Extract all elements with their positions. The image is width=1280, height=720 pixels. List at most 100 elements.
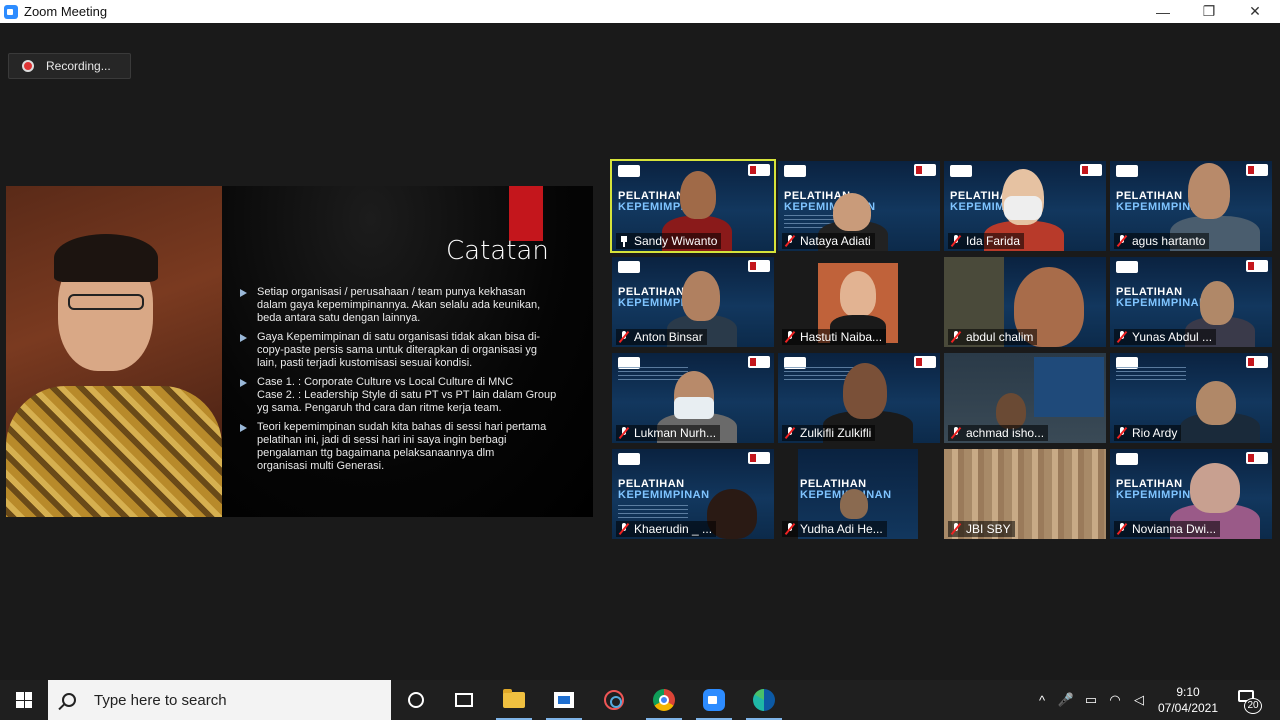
window-title: Zoom Meeting: [24, 4, 108, 19]
muted-mic-icon: [951, 235, 961, 247]
search-placeholder: Type here to search: [94, 691, 227, 709]
chevron-up-icon: ^: [1038, 692, 1046, 708]
muted-mic-icon: [1117, 235, 1127, 247]
microphone-tray-icon[interactable]: 🎤: [1056, 680, 1076, 720]
participant-name: Lukman Nurh...: [634, 426, 717, 440]
muted-mic-icon: [619, 427, 629, 439]
chrome-icon: [653, 689, 675, 711]
maximize-button[interactable]: ❐: [1186, 0, 1232, 23]
participant-name: Anton Binsar: [634, 330, 703, 344]
muted-mic-icon: [785, 523, 795, 535]
presenter-photo: [6, 186, 222, 517]
muted-mic-icon: [951, 523, 961, 535]
minimize-button[interactable]: —: [1140, 0, 1186, 23]
record-icon: [22, 60, 34, 72]
volume-tray-icon[interactable]: ◁: [1128, 680, 1150, 720]
notification-count: 20: [1244, 698, 1262, 714]
presentation-slide: Catatan Setiap organisasi / perusahaan /…: [222, 186, 593, 517]
slide-accent-bar: [509, 186, 543, 241]
show-hidden-icons-button[interactable]: ^: [1032, 680, 1052, 720]
participant-name: Sandy Wiwanto: [634, 234, 718, 248]
snipping-tool-icon: [604, 690, 624, 710]
muted-mic-icon: [1117, 427, 1127, 439]
action-center-button[interactable]: 20: [1232, 688, 1262, 714]
zoom-icon: [703, 689, 725, 711]
slide-bullet: Setiap organisasi / perusahaan / team pu…: [240, 286, 580, 325]
shared-screen[interactable]: Catatan Setiap organisasi / perusahaan /…: [6, 186, 593, 517]
start-button[interactable]: [0, 680, 48, 720]
muted-mic-icon: [785, 331, 795, 343]
taskbar-search-box[interactable]: Type here to search: [48, 680, 391, 720]
cortana-icon: [408, 692, 424, 708]
task-view-button[interactable]: [440, 680, 488, 720]
slide-heading: Catatan: [446, 236, 549, 266]
participant-tile[interactable]: PELATIHANKEPEMIMPINAN Yudha Adi He...: [778, 449, 940, 539]
participant-name: Hastuti Naiba...: [800, 330, 883, 344]
close-button[interactable]: ✕: [1232, 0, 1278, 23]
participant-name: JBI SBY: [966, 522, 1011, 536]
slide-bullet: Case 1. : Corporate Culture vs Local Cul…: [240, 376, 580, 415]
muted-mic-icon: [785, 427, 795, 439]
cortana-button[interactable]: [392, 680, 440, 720]
participant-name: Yudha Adi He...: [800, 522, 883, 536]
participant-name: agus hartanto: [1132, 234, 1206, 248]
muted-mic-icon: [1117, 331, 1127, 343]
participant-tile[interactable]: PELATIHAN KEPEMIMPINAN Ida Farida: [944, 161, 1106, 251]
muted-mic-icon: [619, 523, 629, 535]
participant-name: Khaerudin _ ...: [634, 522, 713, 536]
edge-button[interactable]: [740, 680, 788, 720]
participant-tile[interactable]: PELATIHAN KEPEMIMPINAN Yunas Abdul ...: [1110, 257, 1272, 347]
battery-tray-icon[interactable]: ▭: [1080, 680, 1102, 720]
participant-name: Nataya Adiati: [800, 234, 871, 248]
participant-tile[interactable]: PELATIHAN KEPEMIMPINAN agus hartanto: [1110, 161, 1272, 251]
participant-tile[interactable]: Lukman Nurh...: [612, 353, 774, 443]
windows-taskbar: Type here to search ^ 🎤 ▭ ◠ ◁ 9:10 07/04…: [0, 680, 1280, 720]
file-explorer-button[interactable]: [490, 680, 538, 720]
store-button[interactable]: [540, 680, 588, 720]
participant-tile[interactable]: Rio Ardy: [1110, 353, 1272, 443]
participant-tile[interactable]: PELATIHAN KEPEMIMPINAN Anton Binsar: [612, 257, 774, 347]
folder-icon: [503, 689, 525, 708]
muted-mic-icon: [951, 427, 961, 439]
muted-mic-icon: [1117, 523, 1127, 535]
participant-tile[interactable]: JBI SBY: [944, 449, 1106, 539]
slide-bullet: Teori kepemimpinan sudah kita bahas di s…: [240, 421, 580, 473]
participant-name: Rio Ardy: [1132, 426, 1178, 440]
participant-name: Zulkifli Zulkifli: [800, 426, 872, 440]
participant-name: achmad isho...: [966, 426, 1045, 440]
task-view-icon: [455, 693, 473, 707]
wifi-tray-icon[interactable]: ◠: [1104, 680, 1126, 720]
participant-tile[interactable]: PELATIHAN KEPEMIMPINAN Sandy Wiwanto: [610, 159, 776, 253]
chrome-button[interactable]: [640, 680, 688, 720]
search-icon: [62, 693, 76, 707]
recording-indicator[interactable]: Recording...: [8, 53, 131, 79]
clock-time: 9:10: [1176, 685, 1200, 699]
participant-tile[interactable]: PELATIHAN KEPEMIMPINAN Novianna Dwi...: [1110, 449, 1272, 539]
store-icon: [554, 692, 574, 708]
edge-icon: [753, 689, 775, 711]
title-bar: Zoom Meeting — ❐ ✕: [0, 0, 1280, 23]
participant-tile[interactable]: PELATIHAN KEPEMIMPINAN Nataya Adiati: [778, 161, 940, 251]
participant-name: Ida Farida: [966, 234, 1021, 248]
muted-mic-icon: [951, 331, 961, 343]
slide-bullet-list: Setiap organisasi / perusahaan / team pu…: [240, 286, 580, 479]
zoom-taskbar-button[interactable]: [690, 680, 738, 720]
participant-tile[interactable]: PELATIHAN KEPEMIMPINAN Khaerudin _ ...: [612, 449, 774, 539]
muted-mic-icon: [619, 331, 629, 343]
participant-name: Novianna Dwi...: [1132, 522, 1217, 536]
recording-label: Recording...: [46, 59, 111, 73]
meeting-stage: Recording... Catatan Setiap organisasi /…: [0, 23, 1280, 680]
clock-date: 07/04/2021: [1157, 701, 1219, 715]
participant-tile[interactable]: Zulkifli Zulkifli: [778, 353, 940, 443]
participant-name: Yunas Abdul ...: [1132, 330, 1213, 344]
snipping-tool-button[interactable]: [590, 680, 638, 720]
slide-bullet: Gaya Kepemimpinan di satu organisasi tid…: [240, 331, 580, 370]
pin-icon: [619, 235, 629, 247]
participant-tile[interactable]: abdul chalim: [944, 257, 1106, 347]
participant-tile[interactable]: achmad isho...: [944, 353, 1106, 443]
zoom-app-icon: [4, 4, 18, 19]
participant-name: abdul chalim: [966, 330, 1034, 344]
muted-mic-icon: [785, 235, 795, 247]
participant-tile[interactable]: Hastuti Naiba...: [778, 257, 940, 347]
taskbar-clock[interactable]: 9:10 07/04/2021: [1152, 680, 1224, 720]
